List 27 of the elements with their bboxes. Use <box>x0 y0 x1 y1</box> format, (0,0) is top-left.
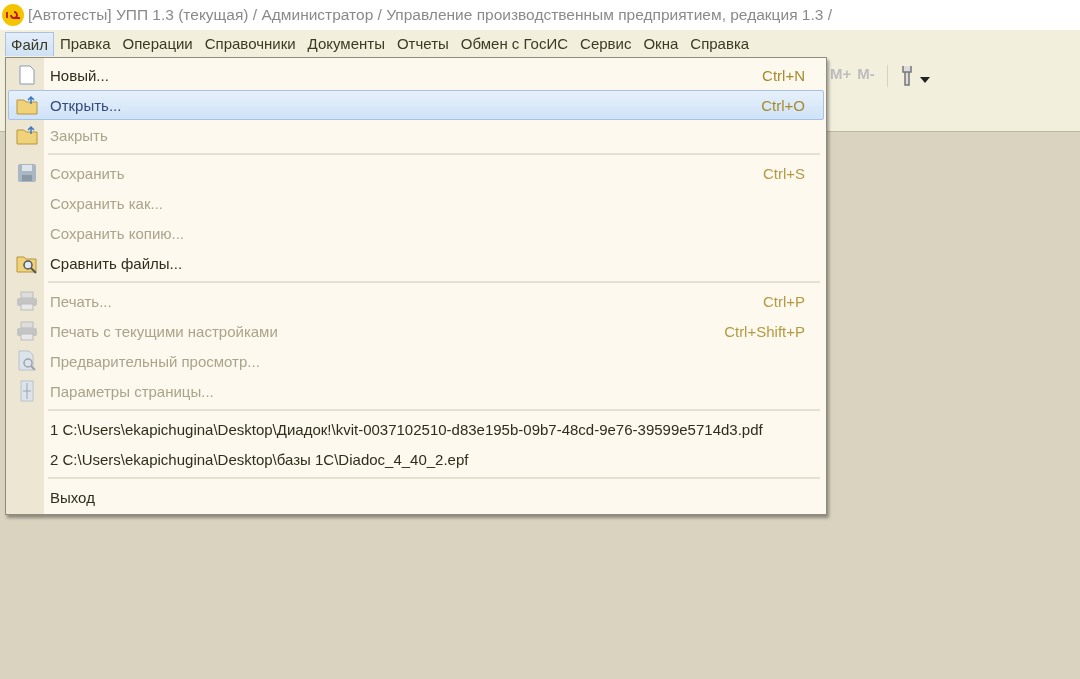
folder-icon <box>16 95 38 115</box>
menu-item[interactable]: Сравнить файлы... <box>8 248 824 278</box>
printer-icon <box>16 291 38 311</box>
menu-bar-item[interactable]: Сервис <box>574 31 638 56</box>
menu-item[interactable]: Выход <box>8 482 824 512</box>
folder-icon <box>16 125 38 145</box>
menu-bar-item[interactable]: Окна <box>637 31 685 56</box>
menu-item[interactable]: Новый... Ctrl+N <box>8 60 824 90</box>
menu-bar-item[interactable]: Правка <box>53 31 117 56</box>
wrench-icon[interactable] <box>899 65 914 87</box>
menu-bar-item[interactable]: Обмен с ГосИС <box>454 31 575 56</box>
window-title: [Автотесты] УПП 1.3 (текущая) / Администратор / Управление производственным предприятием, редакция 1.3 / <box>28 6 832 24</box>
caret-icon[interactable] <box>919 77 930 83</box>
menu-bar-item[interactable]: Справочники <box>198 31 302 56</box>
page-setup-icon <box>19 380 35 402</box>
document-icon <box>18 65 36 85</box>
menu-item[interactable]: Открыть... Ctrl+O <box>8 90 824 120</box>
menu-bar-item[interactable]: Файл <box>5 31 54 56</box>
menu-item[interactable]: 2 C:\Users\ekapichugina\Desktop\базы 1C\Diadoc_4_40_2.epf <box>8 444 824 474</box>
app-logo-icon <box>2 4 24 26</box>
menu-bar-item[interactable]: Справка <box>684 31 756 56</box>
menu-bar-item[interactable]: Документы <box>301 31 391 56</box>
page-magnifier-icon <box>17 350 37 372</box>
menu-bar-item[interactable]: Операции <box>116 31 199 56</box>
printer-icon <box>16 321 38 341</box>
menu-bar-item[interactable]: Отчеты <box>390 31 455 56</box>
menu-item[interactable]: 1 C:\Users\ekapichugina\Desktop\Диадок!\kvit-0037102510-d83e195b-09b7-48cd-9e76-39599e5714d3.pdf <box>8 414 824 444</box>
